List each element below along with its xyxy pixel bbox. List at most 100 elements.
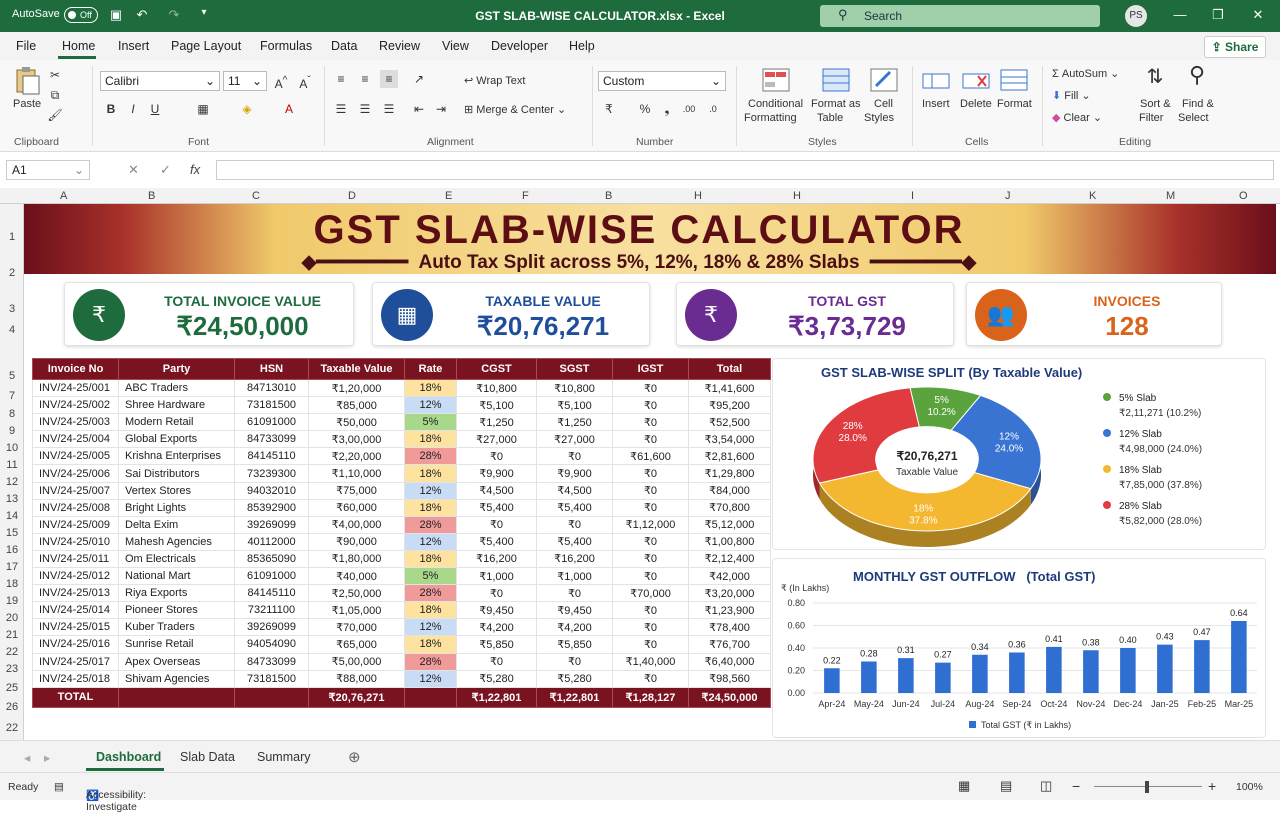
find-select-icon[interactable]: ⚲ [1188, 64, 1206, 86]
table-cell[interactable]: 73181500 [234, 669, 309, 688]
row-header[interactable]: 2 [0, 267, 24, 279]
format-as-table-label-1[interactable]: Format as [811, 98, 861, 110]
table-cell[interactable]: ₹4,00,000 [308, 515, 405, 534]
table-cell[interactable]: 85365090 [234, 549, 309, 569]
formula-input[interactable] [216, 160, 1274, 180]
table-cell[interactable]: INV/24-25/002 [32, 396, 119, 415]
table-cell[interactable]: ₹0 [536, 515, 613, 534]
row-header[interactable]: 9 [0, 425, 24, 437]
table-cell[interactable]: ₹0 [612, 549, 689, 569]
tab-slab-data[interactable]: Slab Data [180, 750, 235, 764]
percent-icon[interactable]: % [636, 100, 654, 118]
bold-icon[interactable]: B [102, 100, 120, 118]
row-header[interactable]: 5 [0, 370, 24, 382]
table-cell[interactable]: ₹0 [536, 652, 613, 671]
font-size-select[interactable]: 11 ⌄ [223, 71, 267, 91]
save-icon[interactable]: ▣ [108, 7, 124, 23]
menu-insert[interactable]: Insert [118, 39, 149, 53]
tab-summary[interactable]: Summary [257, 750, 310, 764]
clear-button[interactable]: ◆ Clear ⌄ [1052, 111, 1102, 124]
column-header[interactable]: H [793, 190, 801, 202]
table-cell[interactable]: 12% [404, 669, 457, 688]
table-cell[interactable]: ₹4,500 [456, 481, 537, 500]
avatar[interactable]: PS [1125, 5, 1147, 27]
table-cell[interactable]: ₹61,600 [612, 447, 689, 466]
table-cell[interactable]: INV/24-25/007 [32, 481, 119, 500]
table-cell[interactable]: ₹0 [612, 430, 689, 449]
insert-function-icon[interactable]: fx [190, 162, 200, 177]
table-cell[interactable]: ₹27,000 [536, 430, 613, 449]
total-cell[interactable]: ₹24,50,000 [688, 686, 771, 708]
table-cell[interactable]: 40112000 [234, 532, 309, 551]
font-color-icon[interactable]: A [280, 100, 298, 118]
row-header[interactable]: 4 [0, 324, 24, 336]
row-header[interactable]: 22 [0, 646, 24, 658]
row-header[interactable]: 10 [0, 442, 24, 454]
column-header[interactable]: F [522, 190, 529, 202]
wrap-text-button[interactable]: ↩ Wrap Text [464, 74, 525, 87]
align-left-icon[interactable]: ☰ [332, 100, 350, 118]
table-cell[interactable]: ₹0 [536, 584, 613, 603]
table-cell[interactable]: ₹0 [456, 652, 537, 671]
decrease-font-icon[interactable]: Aˇ [296, 72, 314, 91]
table-cell[interactable]: ₹2,81,600 [688, 447, 771, 466]
table-cell[interactable]: Mahesh Agencies [118, 532, 235, 551]
table-cell[interactable]: ₹5,100 [456, 396, 537, 415]
table-cell[interactable]: 39269099 [234, 618, 309, 637]
row-header[interactable]: 25 [0, 682, 24, 694]
menu-file[interactable]: File [16, 39, 36, 53]
table-cell[interactable]: 18% [404, 378, 457, 398]
autosave-toggle[interactable]: Off [64, 7, 98, 23]
table-cell[interactable]: ₹3,54,000 [688, 430, 771, 449]
table-cell[interactable]: 94032010 [234, 481, 309, 500]
row-header[interactable]: 26 [0, 701, 24, 713]
table-cell[interactable]: ₹0 [612, 669, 689, 688]
orientation-icon[interactable]: ↗ [410, 70, 428, 88]
row-header[interactable]: 19 [0, 595, 24, 607]
find-select-label-1[interactable]: Find & [1182, 98, 1214, 110]
align-right-icon[interactable]: ☰ [380, 100, 398, 118]
table-cell[interactable]: ₹0 [456, 515, 537, 534]
table-cell[interactable]: ₹0 [612, 601, 689, 620]
table-cell[interactable]: ₹5,400 [536, 498, 613, 517]
borders-icon[interactable]: ▦ [194, 100, 212, 118]
minimize-icon[interactable]: — [1172, 7, 1188, 22]
decrease-indent-icon[interactable]: ⇤ [410, 100, 428, 118]
table-cell[interactable]: Kuber Traders [118, 618, 235, 637]
table-cell[interactable]: ₹0 [612, 635, 689, 654]
table-cell[interactable]: ₹5,00,000 [308, 652, 405, 671]
increase-indent-icon[interactable]: ⇥ [432, 100, 450, 118]
table-cell[interactable]: ₹1,000 [456, 567, 537, 586]
table-header-cell[interactable]: Invoice No [32, 358, 119, 380]
table-cell[interactable]: ₹10,800 [456, 378, 537, 398]
table-cell[interactable]: ₹52,500 [688, 413, 771, 432]
enter-icon[interactable]: ✓ [160, 162, 171, 178]
table-cell[interactable]: ₹4,200 [536, 618, 613, 637]
table-cell[interactable]: ₹2,50,000 [308, 584, 405, 603]
table-cell[interactable]: ₹1,10,000 [308, 464, 405, 483]
table-cell[interactable]: ₹1,05,000 [308, 601, 405, 620]
conditional-formatting-icon[interactable] [762, 68, 790, 96]
table-cell[interactable]: ₹0 [612, 498, 689, 517]
comma-style-icon[interactable]: ❟ [658, 100, 676, 118]
merge-center-button[interactable]: ⊞ Merge & Center ⌄ [464, 103, 566, 116]
table-cell[interactable]: ₹50,000 [308, 413, 405, 432]
total-cell[interactable]: ₹1,28,127 [612, 686, 689, 708]
menu-view[interactable]: View [442, 39, 469, 53]
font-name-select[interactable]: Calibri ⌄ [100, 71, 220, 91]
table-cell[interactable]: 28% [404, 584, 457, 603]
table-cell[interactable]: INV/24-25/018 [32, 669, 119, 688]
table-cell[interactable]: 84713010 [234, 378, 309, 398]
row-header[interactable]: 16 [0, 544, 24, 556]
table-cell[interactable]: ₹5,280 [456, 669, 537, 688]
row-header[interactable]: 17 [0, 561, 24, 573]
table-cell[interactable]: INV/24-25/013 [32, 584, 119, 603]
conditional-formatting-label-2[interactable]: Formatting [744, 112, 797, 124]
table-header-cell[interactable]: Taxable Value [308, 358, 405, 380]
sort-filter-label-2[interactable]: Filter [1139, 112, 1163, 124]
row-header[interactable]: 8 [0, 408, 24, 420]
table-cell[interactable]: Apex Overseas [118, 652, 235, 671]
table-cell[interactable]: ₹4,500 [536, 481, 613, 500]
table-cell[interactable]: ₹60,000 [308, 498, 405, 517]
table-header-cell[interactable]: Total [688, 358, 771, 380]
